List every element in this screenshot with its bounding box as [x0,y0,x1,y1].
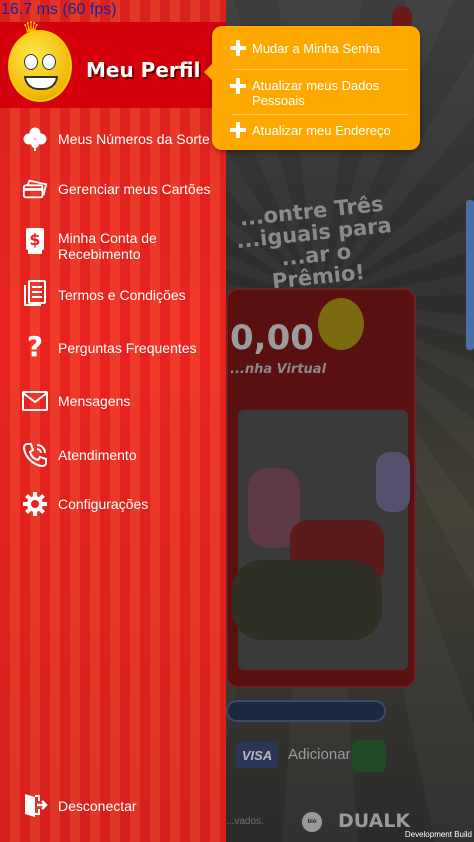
development-build-label: Development Build [404,830,472,839]
menu-label-support: Atendimento [58,447,137,463]
avatar-mouth [24,76,58,90]
mascot-avatar[interactable] [8,30,72,102]
menu-item-terms[interactable]: Termos e Condições [0,280,226,310]
crown-icon: ♛ [22,19,40,41]
menu-item-faq[interactable]: ? Perguntas Frequentes [0,332,226,363]
menu-item-lucky-numbers[interactable]: Meus Números da Sorte [0,124,226,154]
menu-item-support[interactable]: Atendimento [0,440,226,470]
plus-icon [230,78,246,94]
profile-title[interactable]: Meu Perfil [86,58,200,82]
menu-item-settings[interactable]: Configurações [0,489,226,519]
menu-item-cards[interactable]: Gerenciar meus Cartões [0,174,226,204]
gear-icon [22,491,48,517]
visa-card-badge: VISA [236,742,278,768]
menu-label-messages: Mensagens [58,393,131,409]
promo-headline: ...ontre Três ...iguais para ...ar o Prê… [235,191,393,294]
add-card-button [352,740,386,772]
dropdown-divider [232,69,408,70]
phone-icon [22,442,48,468]
update-address-option[interactable]: Atualizar meu Endereço [212,118,420,146]
update-personal-data-label: Atualizar meus Dados Pessoais [252,78,380,108]
envelope-icon [22,388,48,414]
prize-progress-bar [226,700,386,722]
menu-label-settings: Configurações [58,496,149,512]
menu-label-terms: Termos e Condições [58,287,186,303]
menu-label-lucky-numbers: Meus Números da Sorte [58,131,210,147]
logout-button[interactable]: Desconectar [0,790,226,822]
clover-icon [22,126,48,152]
money-account-icon: $ [22,228,48,254]
plus-icon [230,40,246,56]
svg-text:$: $ [29,230,40,249]
side-drawer: ♛ Meu Perfil Meus Números da Sorte Geren… [0,0,226,842]
credit-cards-icon [22,176,48,202]
document-icon [22,280,48,306]
menu-item-messages[interactable]: Mensagens [0,386,226,416]
svg-text:?: ? [27,332,43,360]
motorcycle-prize-image [232,560,382,640]
mascot-small-icon [318,298,364,350]
update-personal-data-option[interactable]: Atualizar meus Dados Pessoais [212,74,420,112]
avatar-eye-left [24,54,38,70]
avatar-eye-right [42,54,56,70]
menu-label-cards: Gerenciar meus Cartões [58,181,211,197]
bunny-character-image [376,452,410,512]
profile-dropdown: Mudar a Minha Senha Atualizar meus Dados… [204,26,420,150]
update-address-label: Atualizar meu Endereço [252,123,391,138]
logout-label: Desconectar [58,798,137,814]
question-mark-icon: ? [22,332,48,360]
menu-label-faq: Perguntas Frequentes [58,340,197,356]
fps-overlay: 16.7 ms (60 fps) [1,1,117,18]
add-card-label: Adicionar [288,746,351,763]
prize-amount: 0,00 [230,318,314,358]
plus-icon [230,122,246,138]
dropdown-divider [232,114,408,115]
brand-logo: DUALK [338,810,411,832]
menu-item-receiving-account[interactable]: $ Minha Conta de Recebimento [0,224,226,264]
logout-door-icon [22,792,48,818]
bio-badge: bio [302,812,322,832]
footer-text: ...vados. [226,816,264,827]
change-password-label: Mudar a Minha Senha [252,41,380,56]
prize-caption: ...nha Virtual [230,362,327,377]
menu-label-receiving-account: Minha Conta de Recebimento [58,230,157,262]
change-password-option[interactable]: Mudar a Minha Senha [212,36,420,66]
scroll-edge-indicator [466,200,474,350]
